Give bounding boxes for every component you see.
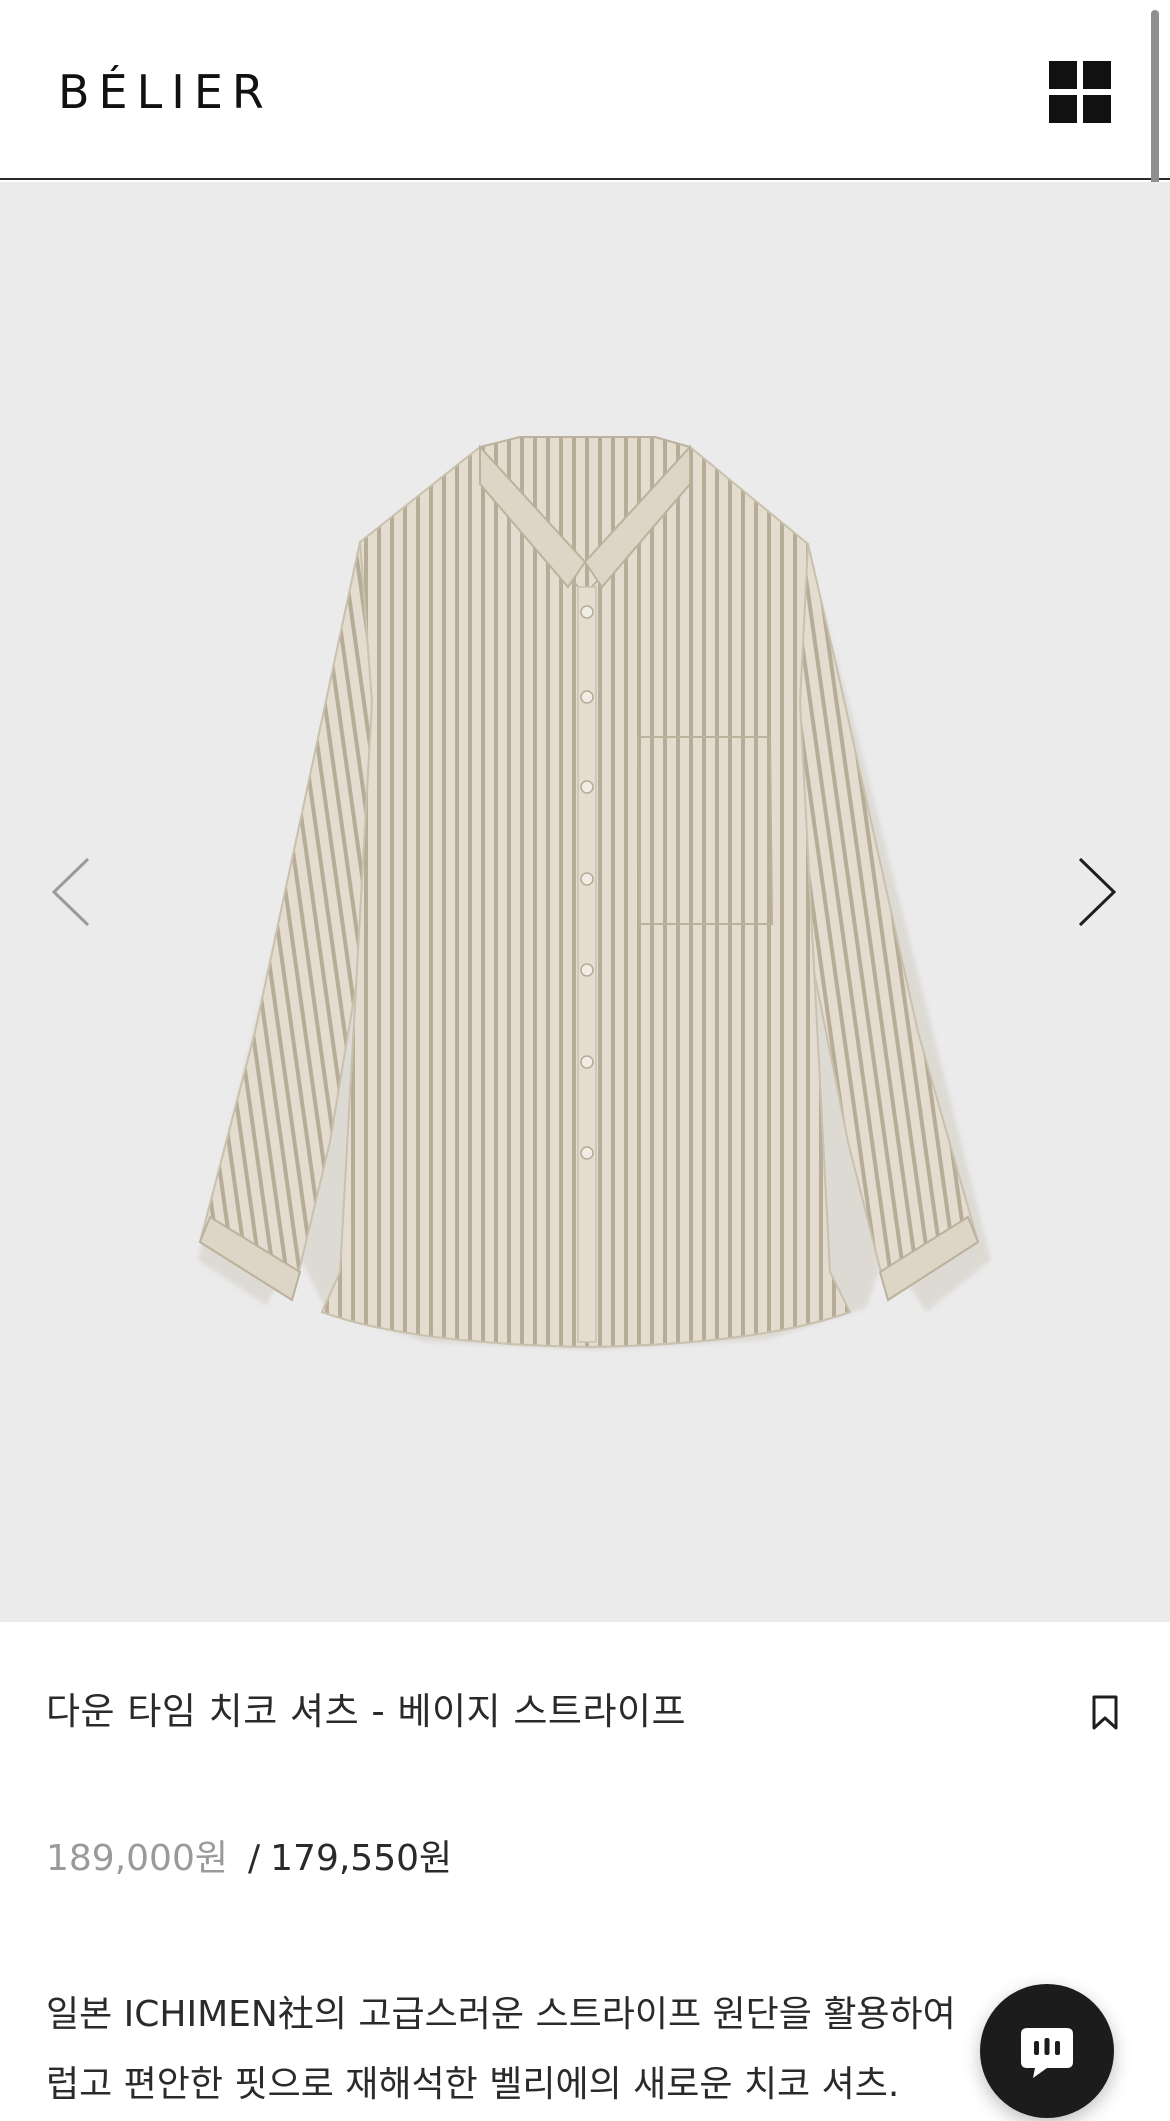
product-description: 일본 ICHIMEN社의 고급스러운 스트라이프 원단을 활용하여 럽고 편안한… bbox=[46, 1980, 1116, 2120]
original-price: 189,000원 bbox=[46, 1838, 228, 1879]
grid-menu-square bbox=[1083, 95, 1111, 123]
grid-menu-icon[interactable] bbox=[1049, 61, 1111, 123]
sale-price: 179,550원 bbox=[270, 1838, 453, 1879]
product-image bbox=[198, 436, 991, 1350]
bookmark-icon bbox=[1092, 1695, 1118, 1730]
chevron-left-icon bbox=[51, 857, 90, 927]
price-row: 189,000원 /179,550원 bbox=[46, 1834, 452, 1884]
chevron-right-icon bbox=[1078, 857, 1117, 927]
chat-button[interactable] bbox=[980, 1984, 1114, 2118]
price-separator: / bbox=[248, 1838, 261, 1879]
description-line: 럽고 편안한 핏으로 재해석한 벨리에의 새로운 치코 셔츠. bbox=[46, 2064, 900, 2105]
description-line: 일본 ICHIMEN社의 고급스러운 스트라이프 원단을 활용하여 bbox=[46, 1994, 956, 2035]
product-page: BÉLIER 다운 타임 치코 셔츠 - 베이지 스트라이프 189,000원 … bbox=[0, 0, 1170, 2121]
chat-bubble-icon bbox=[1021, 2028, 1073, 2078]
product-title: 다운 타임 치코 셔츠 - 베이지 스트라이프 bbox=[46, 1690, 687, 1733]
gallery-next-button[interactable] bbox=[1068, 847, 1128, 937]
grid-menu-square bbox=[1049, 61, 1077, 89]
bookmark-button[interactable] bbox=[1090, 1694, 1120, 1732]
grid-menu-square bbox=[1049, 95, 1077, 123]
brand-logo[interactable]: BÉLIER bbox=[58, 62, 273, 122]
site-header: BÉLIER bbox=[0, 0, 1170, 180]
gallery-prev-button[interactable] bbox=[40, 847, 100, 937]
product-image-gallery[interactable] bbox=[0, 182, 1170, 1622]
grid-menu-square bbox=[1083, 61, 1111, 89]
